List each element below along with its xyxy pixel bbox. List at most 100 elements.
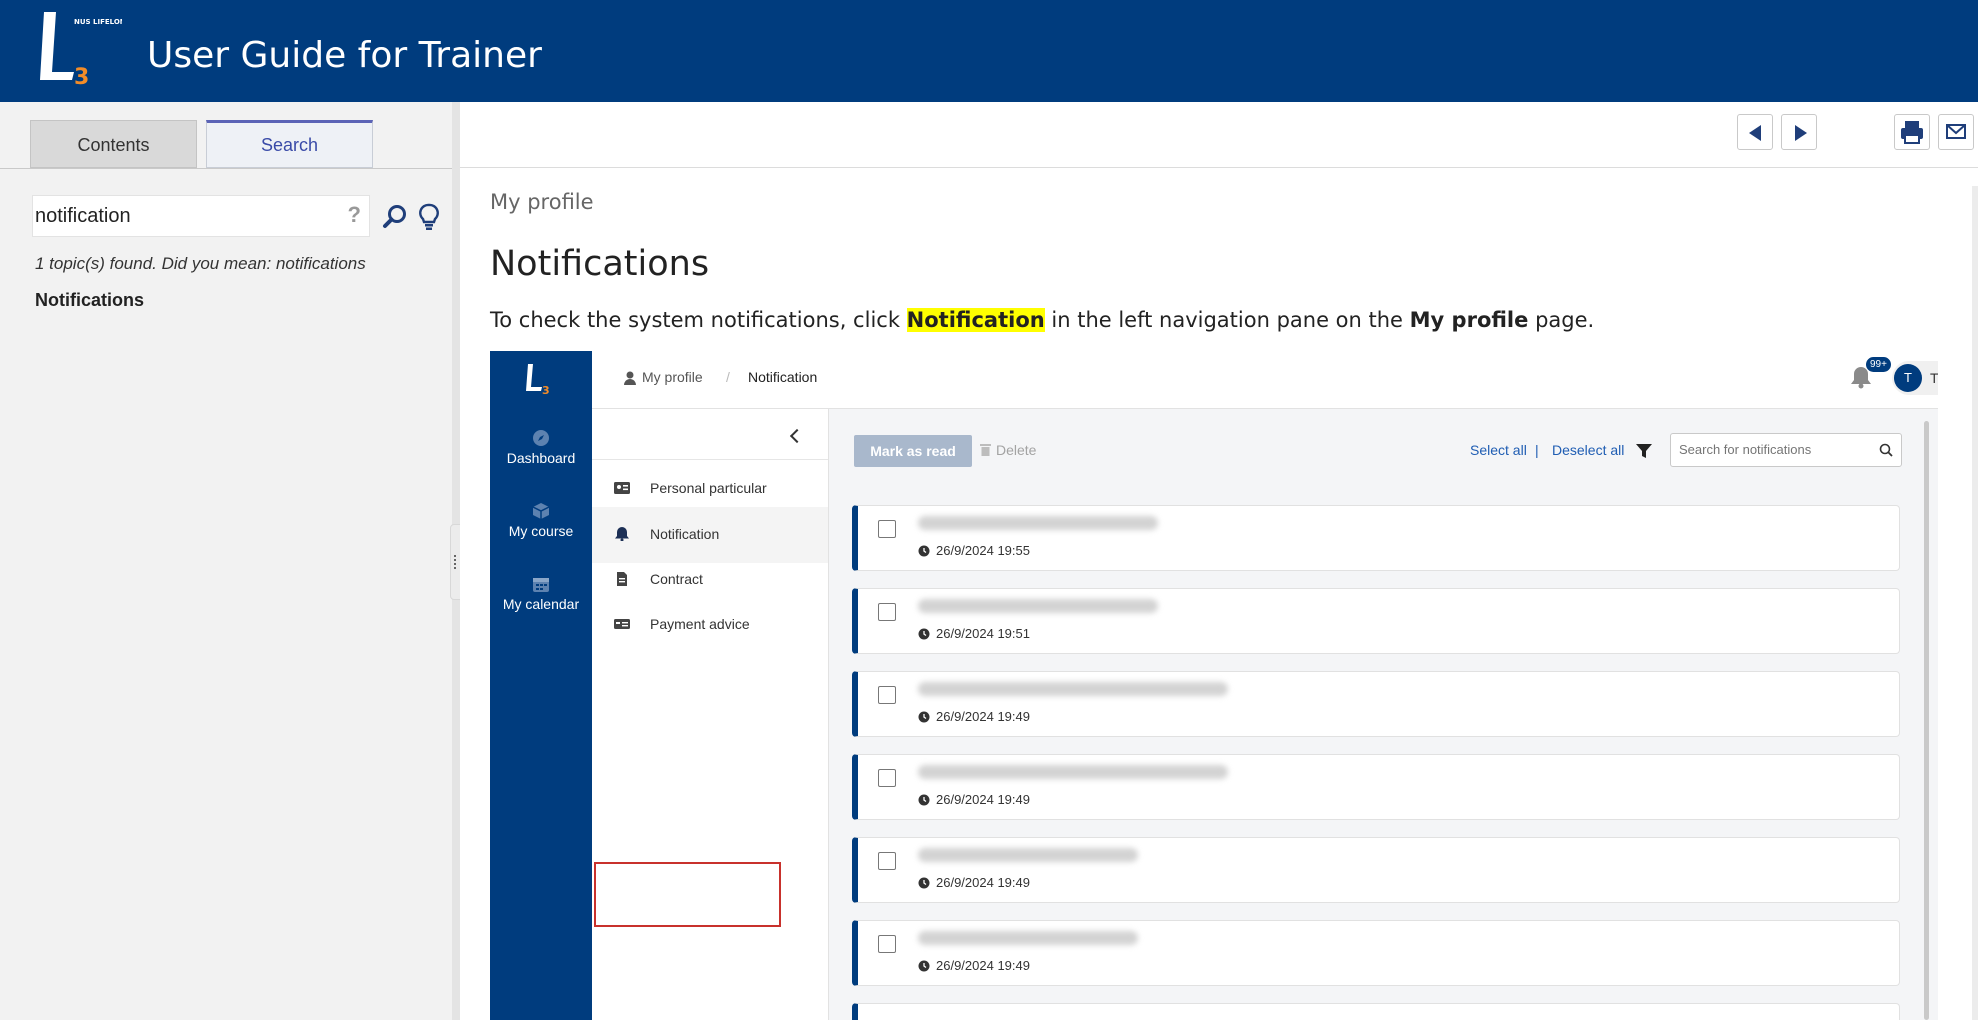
search-input[interactable] (35, 202, 335, 230)
clock-icon (918, 711, 930, 723)
notification-timestamp: 26/9/2024 19:49 (936, 875, 1030, 890)
help-icon[interactable]: ? (348, 202, 361, 228)
clock-icon (918, 877, 930, 889)
blurred-notification-title (918, 931, 1138, 945)
vertical-scrollbar[interactable] (1972, 186, 1978, 1020)
user-menu[interactable]: T Trainer (1892, 361, 1938, 395)
printer-icon (1901, 121, 1923, 144)
arrow-right-icon (1795, 125, 1807, 141)
clock-icon (918, 794, 930, 806)
clock-icon (918, 628, 930, 640)
payment-card-icon (614, 619, 630, 629)
profile-menu: Personal particular Notification Contrac… (592, 409, 829, 1020)
topic-intro: To check the system notifications, click… (490, 308, 1594, 332)
lightbulb-icon[interactable] (417, 203, 441, 231)
menu-label: Contract (650, 571, 703, 587)
rail-label: My calendar (502, 596, 580, 612)
notification-timestamp: 26/9/2024 19:49 (936, 958, 1030, 973)
email-button[interactable] (1938, 114, 1974, 150)
deselect-all-link[interactable]: Deselect all (1552, 442, 1624, 458)
callout-highlight-box (594, 862, 781, 927)
app-breadcrumb-notification: Notification (748, 369, 818, 385)
breadcrumb-separator: / (726, 369, 730, 385)
tab-divider (0, 168, 452, 169)
menu-label: Payment advice (650, 616, 750, 632)
avatar: T (1894, 364, 1922, 392)
embedded-screenshot: 3 Dashboard My course My calendar My pro… (490, 351, 1938, 1020)
notification-timestamp: 26/9/2024 19:51 (936, 626, 1030, 641)
search-box: ? (32, 195, 370, 237)
notification-checkbox[interactable] (878, 769, 896, 787)
l3-logo: 3 NUS LIFELONG LEARNING (40, 12, 122, 90)
notification-card[interactable]: 26/9/2024 19:49 (852, 754, 1900, 820)
delete-button[interactable]: Delete (996, 442, 1036, 458)
clock-icon (918, 545, 930, 557)
tab-contents[interactable]: Contents (30, 120, 197, 168)
blurred-notification-title (918, 599, 1158, 613)
app-breadcrumb-my-profile[interactable]: My profile (642, 369, 703, 385)
logo-text: NUS LIFELONG LEARNING (74, 18, 122, 26)
notification-checkbox[interactable] (878, 935, 896, 953)
menu-label: Notification (650, 526, 720, 542)
notification-checkbox[interactable] (878, 686, 896, 704)
link-separator: | (1535, 442, 1539, 458)
filter-icon[interactable] (1636, 443, 1652, 459)
search-result-notifications[interactable]: Notifications (35, 290, 144, 311)
box-icon (532, 503, 550, 519)
notification-timestamp: 26/9/2024 19:55 (936, 543, 1030, 558)
rail-label: My course (508, 523, 574, 539)
calendar-icon (533, 578, 549, 592)
mark-as-read-button[interactable]: Mark as read (854, 435, 972, 467)
blurred-notification-title (918, 765, 1228, 779)
previous-topic-button[interactable] (1737, 114, 1773, 150)
arrow-left-icon (1749, 125, 1761, 141)
svg-text:3: 3 (74, 65, 89, 90)
intro-text-3: page. (1528, 308, 1595, 332)
notification-card[interactable]: 26/9/2024 19:55 (852, 505, 1900, 571)
user-name: Trainer (1930, 370, 1938, 386)
trash-icon (980, 444, 991, 456)
app-scrollbar (1924, 421, 1929, 1020)
notification-timestamp: 26/9/2024 19:49 (936, 709, 1030, 724)
intro-text-1: To check the system notifications, click (490, 308, 907, 332)
menu-label: Personal particular (650, 480, 767, 496)
notification-count-badge: 99+ (1866, 357, 1891, 372)
notification-search-input[interactable] (1679, 442, 1869, 457)
notification-search-box (1670, 433, 1902, 467)
l3-small-logo: 3 (526, 364, 550, 397)
intro-bold-term: My profile (1409, 308, 1529, 332)
notification-card[interactable]: 26/9/2024 19:49 (852, 920, 1900, 986)
blurred-notification-title (918, 682, 1228, 696)
notification-timestamp: 26/9/2024 19:49 (936, 792, 1030, 807)
blurred-notification-title (918, 516, 1158, 530)
search-icon[interactable] (382, 204, 408, 230)
next-topic-button[interactable] (1781, 114, 1817, 150)
notification-card[interactable]: 26/9/2024 19:49 (852, 837, 1900, 903)
notification-card-partial[interactable] (852, 1003, 1900, 1020)
menu-item-payment-advice[interactable]: Payment advice (592, 597, 828, 653)
notification-checkbox[interactable] (878, 852, 896, 870)
notification-checkbox[interactable] (878, 520, 896, 538)
divider (592, 459, 828, 460)
rail-item-my-calendar[interactable]: My calendar (490, 575, 592, 612)
top-banner: 3 NUS LIFELONG LEARNING User Guide for T… (0, 0, 1978, 102)
rail-item-my-course[interactable]: My course (490, 502, 592, 539)
search-results-message: 1 topic(s) found. Did you mean: notifica… (35, 254, 366, 273)
compass-icon (533, 430, 549, 446)
chevron-left-icon[interactable] (789, 428, 805, 444)
user-icon (624, 371, 636, 385)
breadcrumb[interactable]: My profile (490, 190, 594, 214)
search-icon[interactable] (1879, 443, 1893, 457)
app-title: User Guide for Trainer (147, 35, 542, 76)
highlighted-term: Notification (906, 308, 1045, 332)
print-button[interactable] (1894, 114, 1930, 150)
document-icon (617, 572, 627, 586)
tab-search[interactable]: Search (206, 120, 373, 168)
select-all-link[interactable]: Select all (1470, 442, 1527, 458)
notification-card[interactable]: 26/9/2024 19:49 (852, 671, 1900, 737)
page-title: Notifications (490, 244, 710, 284)
notification-card[interactable]: 26/9/2024 19:51 (852, 588, 1900, 654)
blurred-notification-title (918, 848, 1138, 862)
notification-checkbox[interactable] (878, 603, 896, 621)
rail-item-dashboard[interactable]: Dashboard (490, 429, 592, 466)
